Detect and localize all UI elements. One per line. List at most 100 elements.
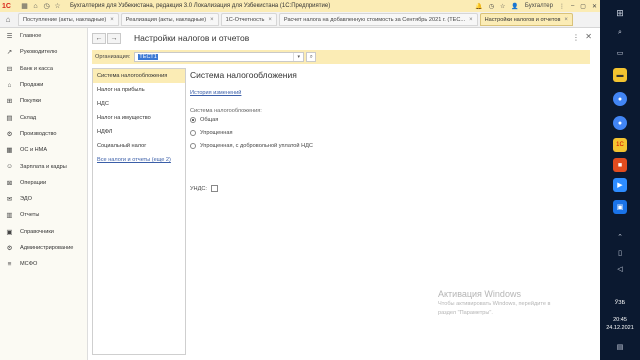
all-taxes-link[interactable]: Все налоги и отчеты (еще 2) bbox=[97, 157, 171, 163]
app-icon[interactable]: ■ bbox=[613, 158, 627, 172]
tax-section-list: Система налогообложения Налог на прибыль… bbox=[92, 68, 186, 355]
people-icon: ☺ bbox=[6, 163, 13, 171]
task-view-icon[interactable]: ▭ bbox=[613, 46, 627, 60]
sidebar-item-bank[interactable]: ⊟ Банк и касса bbox=[0, 61, 87, 77]
sidebar-item-assets[interactable]: ▦ ОС и НМА bbox=[0, 142, 87, 158]
clock-date[interactable]: 24.12.2021 bbox=[600, 325, 640, 331]
sidebar-item-label: Зарплата и кадры bbox=[20, 163, 67, 170]
sidebar-item-main[interactable]: ☰ Главное bbox=[0, 28, 87, 44]
tab-close-icon[interactable]: × bbox=[564, 17, 568, 23]
search-icon[interactable]: ⌕ bbox=[613, 26, 627, 40]
sidebar-item-operations[interactable]: ⊠ Операции bbox=[0, 175, 87, 191]
watermark-title: Активация Windows bbox=[438, 289, 521, 299]
list-item-vat[interactable]: НДС bbox=[93, 97, 185, 111]
tabs-home-icon[interactable]: ⌂ bbox=[0, 12, 16, 28]
grid-icon[interactable]: ▦ bbox=[20, 2, 29, 11]
tab-vat-calc[interactable]: Расчет налога на добавленную стоимость з… bbox=[278, 13, 478, 26]
close-icon[interactable]: ✕ bbox=[585, 32, 592, 41]
sidebar-item-production[interactable]: ⚙ Производство bbox=[0, 126, 87, 142]
tab-receipts[interactable]: Поступление (акты, накладные) × bbox=[18, 13, 119, 26]
file-explorer-icon[interactable]: ▬ bbox=[613, 68, 627, 82]
sidebar-item-label: Справочники bbox=[20, 228, 54, 235]
list-item-social-tax[interactable]: Социальный налог bbox=[93, 139, 185, 153]
maximize-icon[interactable]: ▢ bbox=[580, 3, 586, 10]
network-icon[interactable]: ▯ bbox=[613, 246, 627, 260]
sidebar: ☰ Главное ↗ Руководителю ⊟ Банк и касса ⌂ Пр… bbox=[0, 28, 88, 360]
sidebar-item-label: Администрирование bbox=[20, 245, 74, 251]
back-button[interactable]: ← bbox=[92, 33, 106, 44]
star-outline-icon[interactable]: ☆ bbox=[500, 3, 505, 10]
sidebar-item-label: Операции bbox=[20, 179, 47, 186]
open-link-icon[interactable]: ⌕ bbox=[306, 52, 317, 62]
tab-tax-settings[interactable]: Настройки налогов и отчетов × bbox=[479, 13, 573, 26]
star-icon[interactable]: ☆ bbox=[53, 2, 62, 11]
tab-close-icon[interactable]: × bbox=[110, 17, 114, 23]
notifications-icon[interactable]: ▤ bbox=[613, 340, 627, 354]
clock-icon[interactable]: ◷ bbox=[489, 3, 494, 10]
organization-field[interactable]: ТЕСТ1 ▾ bbox=[134, 52, 305, 62]
forward-button[interactable]: → bbox=[107, 33, 121, 44]
radio-button[interactable] bbox=[190, 143, 196, 149]
sidebar-item-references[interactable]: ▣ Справочники bbox=[0, 224, 87, 240]
watermark-line: Чтобы активировать Windows, перейдите в bbox=[438, 301, 551, 307]
menu-dots-icon[interactable]: ⋮ bbox=[559, 3, 565, 10]
windows-start-icon[interactable]: ⊞ bbox=[613, 6, 627, 20]
chrome-icon[interactable]: ● bbox=[613, 116, 627, 130]
list-item-property-tax[interactable]: Налог на имущество bbox=[93, 111, 185, 125]
book-icon: ▣ bbox=[6, 228, 13, 236]
tab-close-icon[interactable]: × bbox=[469, 17, 473, 23]
list-item-pit[interactable]: НДФЛ bbox=[93, 125, 185, 139]
list-item-profit-tax[interactable]: Налог на прибыль bbox=[93, 83, 185, 97]
user-icon[interactable]: 👤 bbox=[511, 3, 518, 10]
reports-icon: ▥ bbox=[6, 212, 13, 220]
minimize-icon[interactable]: – bbox=[571, 3, 574, 9]
vat-row: УНДС: bbox=[190, 185, 218, 192]
sidebar-item-purchases[interactable]: ⊞ Покупки bbox=[0, 93, 87, 109]
tax-system-group-label: Система налогообложения: bbox=[190, 108, 262, 114]
sidebar-item-sales[interactable]: ⌂ Продажи bbox=[0, 77, 87, 93]
tab-label: Реализация (акты, накладные) bbox=[125, 16, 207, 23]
sidebar-item-manager[interactable]: ↗ Руководителю bbox=[0, 44, 87, 60]
tab-reporting[interactable]: 1С-Отчетность × bbox=[220, 13, 277, 26]
home-icon[interactable]: ⌂ bbox=[31, 2, 40, 11]
warehouse-icon: ▤ bbox=[6, 114, 13, 122]
user-name[interactable]: Бухгалтер bbox=[525, 3, 553, 9]
app-1c-icon[interactable]: 1С bbox=[613, 138, 627, 152]
chevron-down-icon[interactable]: ▾ bbox=[293, 53, 303, 61]
sidebar-item-warehouse[interactable]: ▤ Склад bbox=[0, 109, 87, 125]
sidebar-item-payroll[interactable]: ☺ Зарплата и кадры bbox=[0, 158, 87, 174]
sidebar-item-label: МСФО bbox=[20, 261, 38, 268]
chevron-up-icon[interactable]: ⌃ bbox=[613, 230, 627, 244]
app-logo: 1С bbox=[2, 2, 11, 10]
zoom-icon[interactable]: ▶ bbox=[613, 178, 627, 192]
sidebar-item-edo[interactable]: ✉ ЭДО bbox=[0, 191, 87, 207]
sidebar-item-admin[interactable]: ⚙ Администрирование bbox=[0, 240, 87, 256]
sidebar-item-reports[interactable]: ▥ Отчеты bbox=[0, 207, 87, 223]
notification-icon[interactable]: 🔔 bbox=[475, 3, 482, 10]
tab-label: Поступление (акты, накладные) bbox=[23, 16, 107, 23]
organization-value[interactable]: ТЕСТ1 bbox=[138, 54, 158, 60]
list-item-tax-system[interactable]: Система налогообложения bbox=[93, 69, 185, 83]
sidebar-item-label: Производство bbox=[20, 130, 57, 137]
history-icon[interactable]: ◷ bbox=[42, 2, 51, 11]
tab-sales[interactable]: Реализация (акты, накладные) × bbox=[120, 13, 219, 26]
organization-label: Организация: bbox=[95, 54, 131, 60]
radio-simplified-vat[interactable]: Упрощенная, с добровольной уплатой НДС bbox=[190, 143, 313, 149]
more-actions-icon[interactable]: ⋮ bbox=[572, 33, 580, 42]
radio-general[interactable]: Общая bbox=[190, 117, 218, 123]
volume-icon[interactable]: ◁ bbox=[613, 262, 627, 276]
sidebar-item-ifrs[interactable]: ≡ МСФО bbox=[0, 256, 87, 272]
radio-simplified[interactable]: Упрощенная bbox=[190, 130, 233, 136]
chrome-icon[interactable]: ● bbox=[613, 92, 627, 106]
vat-checkbox[interactable] bbox=[210, 185, 218, 192]
sidebar-item-label: Отчеты bbox=[20, 212, 40, 219]
radio-button[interactable] bbox=[190, 117, 196, 123]
tab-close-icon[interactable]: × bbox=[210, 17, 214, 23]
language-indicator[interactable]: ЎЗБ bbox=[600, 300, 640, 306]
tab-close-icon[interactable]: × bbox=[268, 17, 272, 23]
close-window-icon[interactable]: ✕ bbox=[592, 3, 597, 10]
history-link[interactable]: История изменений bbox=[190, 90, 241, 96]
radio-button[interactable] bbox=[190, 130, 196, 136]
clock-time[interactable]: 20:45 bbox=[600, 317, 640, 323]
app-icon[interactable]: ▣ bbox=[613, 200, 627, 214]
